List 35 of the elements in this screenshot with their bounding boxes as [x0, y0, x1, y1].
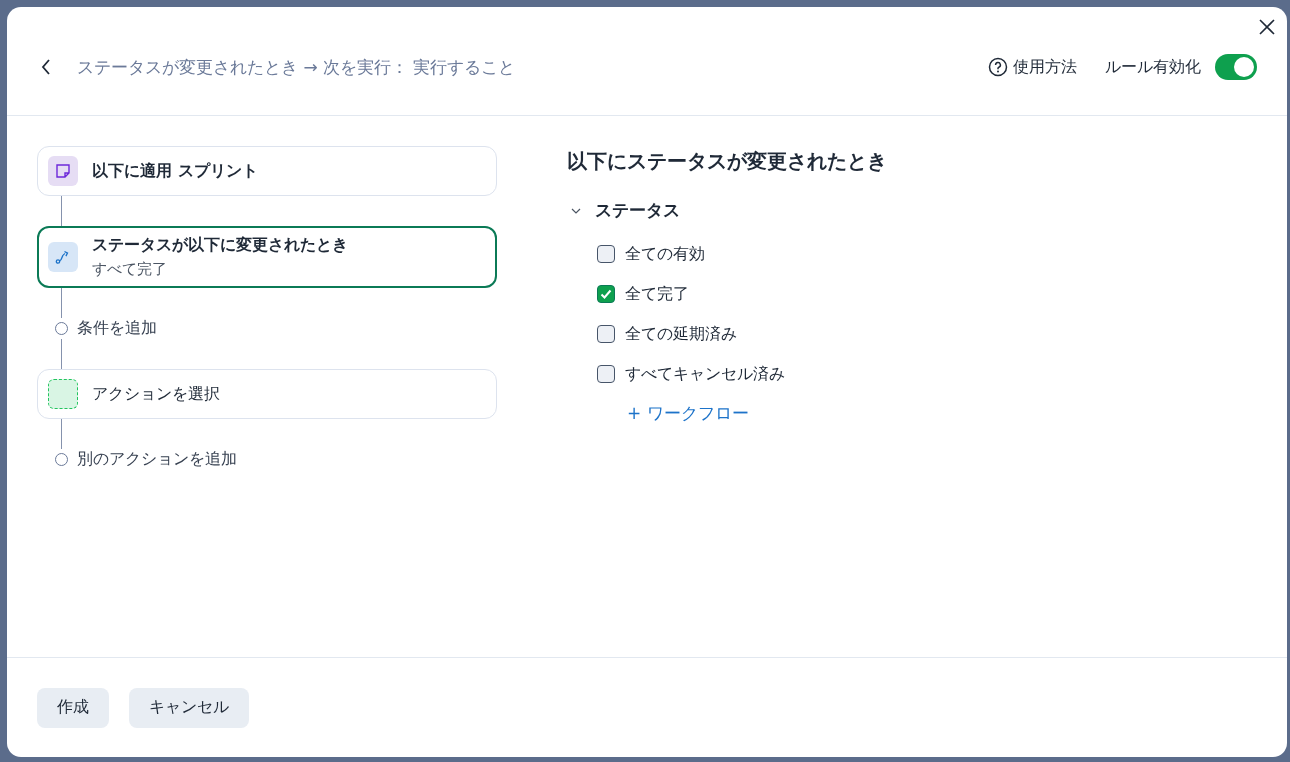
empty-action-icon [48, 379, 78, 409]
panel-title: 以下にステータスが変更されたとき [567, 148, 887, 175]
flow-step-card[interactable]: 以下に適用 スプリント [37, 146, 497, 196]
checkbox[interactable] [597, 325, 615, 343]
node-circle-icon [55, 452, 68, 466]
add-workflow-link[interactable]: + ワークフロー [627, 402, 749, 425]
step-title: ステータスが以下に変更されたとき [92, 235, 348, 256]
checkbox[interactable] [597, 285, 615, 303]
option-label: 全ての有効 [625, 243, 705, 265]
footer-button[interactable]: キャンセル [129, 687, 249, 728]
close-icon[interactable] [1259, 19, 1275, 35]
route-icon [48, 242, 78, 272]
option-label: 全ての延期済み [625, 323, 737, 345]
checkbox[interactable] [597, 365, 615, 383]
help-icon [988, 57, 1008, 77]
flow-step-card[interactable]: アクションを選択 [37, 369, 497, 419]
group-label: ステータス [595, 199, 680, 222]
help-link[interactable]: 使用方法 [988, 56, 1077, 78]
checkbox[interactable] [597, 245, 615, 263]
chevron-icon[interactable] [571, 207, 581, 214]
add-step-link[interactable]: 別のアクションを追加 [77, 448, 237, 470]
node-circle-icon [55, 321, 68, 335]
footer-button[interactable]: 作成 [37, 687, 109, 728]
add-step-link[interactable]: 条件を追加 [77, 317, 157, 339]
rule-toggle[interactable] [1215, 54, 1257, 80]
back-icon[interactable] [41, 59, 51, 75]
toggle-label: ルール有効化 [1105, 56, 1201, 78]
flow-step-card[interactable]: ステータスが以下に変更されたとき すべて完了 [37, 226, 497, 288]
option-label: 全て完了 [625, 283, 689, 305]
step-title: アクションを選択 [92, 383, 220, 405]
option-label: すべてキャンセル済み [625, 363, 785, 385]
breadcrumb-title: ステータスが変更されたとき → 次を実行： 実行すること [77, 55, 516, 79]
step-title: 以下に適用 スプリント [92, 160, 258, 182]
note-icon [48, 156, 78, 186]
step-subtitle: すべて完了 [92, 260, 168, 279]
